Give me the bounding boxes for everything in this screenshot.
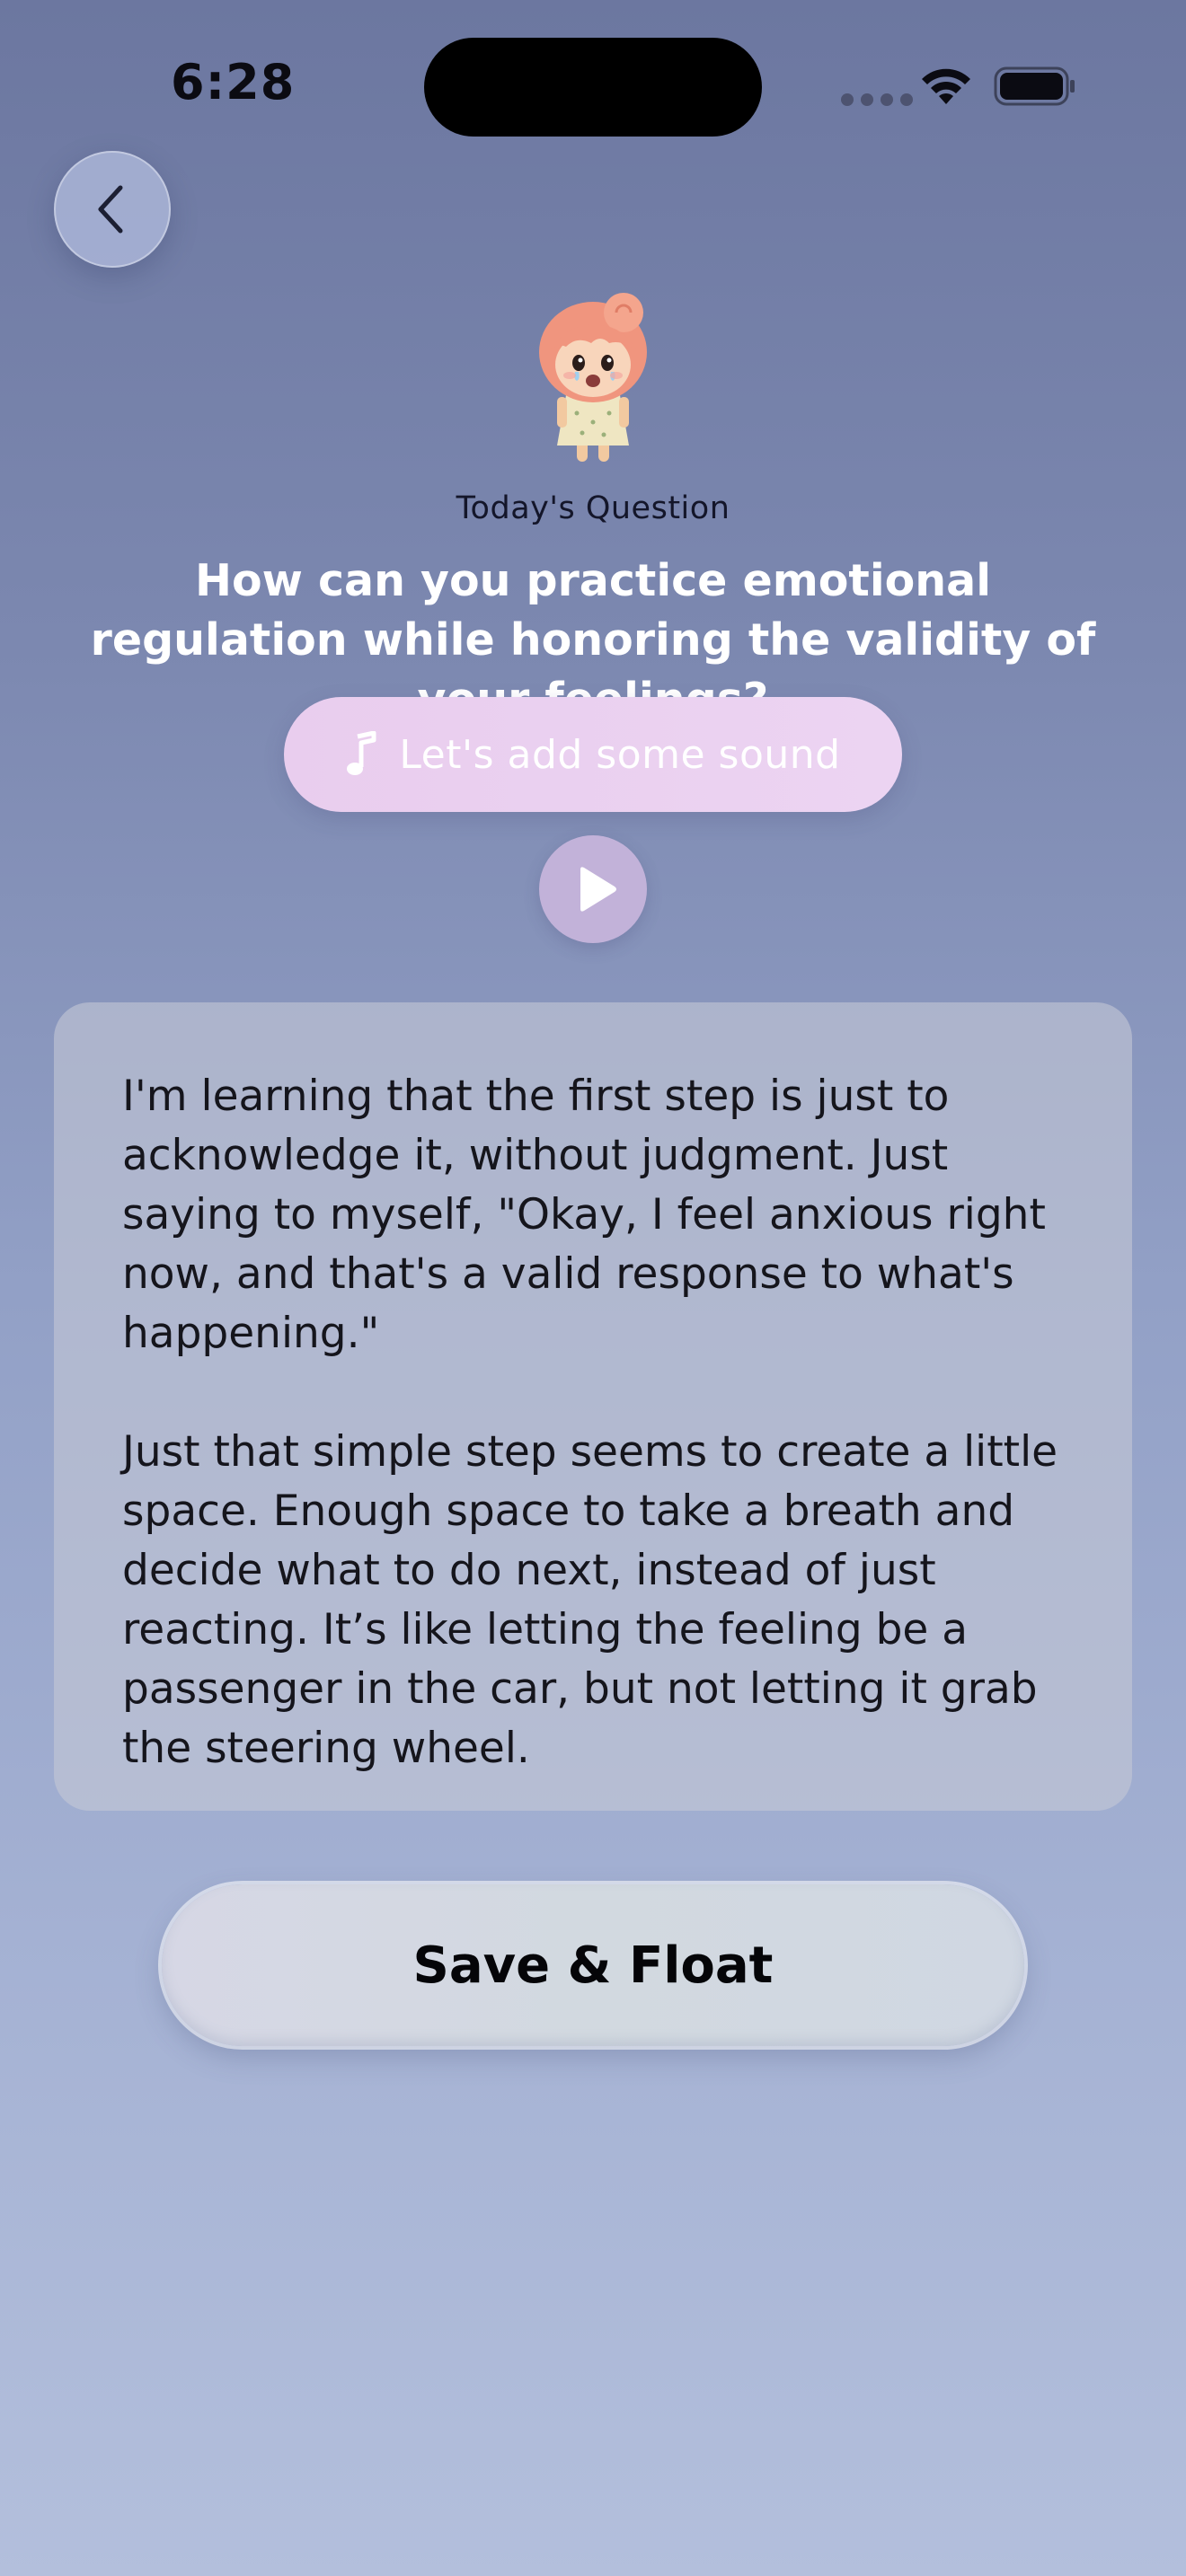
status-time: 6:28 — [171, 54, 296, 110]
add-sound-button[interactable]: Let's add some sound — [284, 697, 902, 812]
battery-icon — [994, 66, 1075, 106]
music-note-icon — [347, 731, 376, 775]
dynamic-island — [424, 38, 762, 137]
save-and-float-button[interactable]: Save & Float — [162, 1884, 1024, 2046]
save-and-float-label: Save & Float — [412, 1936, 774, 1995]
journal-entry-card[interactable]: I'm learning that the first step is just… — [54, 1002, 1132, 1811]
back-button[interactable] — [54, 151, 171, 268]
avatar — [539, 293, 647, 462]
question-label: Today's Question — [456, 490, 730, 526]
chevron-left-icon — [98, 185, 123, 234]
play-button[interactable] — [539, 835, 647, 943]
cellular-signal-icon — [841, 93, 913, 106]
wifi-icon — [922, 68, 970, 104]
play-icon — [580, 867, 616, 912]
add-sound-label: Let's add some sound — [399, 731, 841, 778]
journal-entry-text[interactable]: I'm learning that the first step is just… — [122, 1067, 1067, 1778]
